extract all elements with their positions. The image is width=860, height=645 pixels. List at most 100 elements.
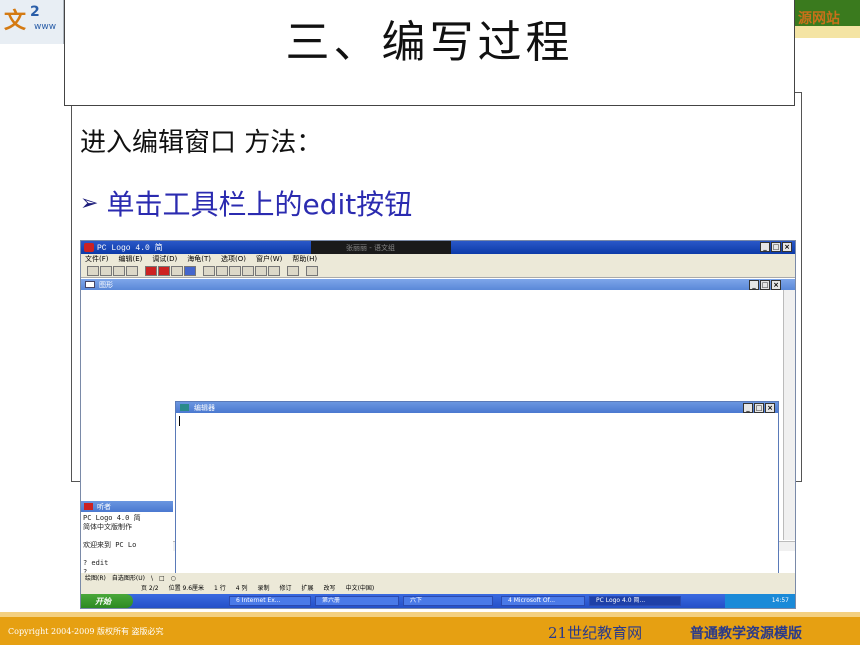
toolbar-button[interactable] [216,266,228,276]
graphics-window-icon [85,281,95,288]
brand-subtext: 普通教学资源模版 [690,626,802,642]
title-box: 三、编写过程 [64,0,795,106]
editor-window: 编辑器 _ □ × [175,401,779,585]
slide-title: 三、编写过程 [285,17,574,68]
logo-app-icon [84,243,94,252]
menu-window[interactable]: 窗户(W) [256,254,282,265]
listener-title-bar: 听者 [81,501,173,512]
toolbar-button[interactable] [100,266,112,276]
graphics-window: 图形 _ □ × 听者 PC Logo 4.0 简简体中文版制作​欢迎来到 PC… [81,279,795,585]
graphics-title-text: 图形 [99,281,113,289]
logo-digit: 2 [30,4,40,20]
taskbar: 开始 6 Internet Ex... 第六册 六下 4 Microsoft O… [81,594,795,608]
toolbar-button[interactable] [113,266,125,276]
status-extend: 扩展 [301,585,314,592]
toolbar-button[interactable] [255,266,267,276]
edit-button[interactable] [184,266,196,276]
help-button[interactable] [306,266,318,276]
slide-page: 源网站 文 2 www 三、编写过程 进入编辑窗口 方法： ➢ 单击工具栏上的e… [0,0,860,645]
close-button[interactable]: × [782,242,792,252]
system-tray: 14:57 [725,594,795,608]
taskbar-item[interactable]: 六下 [403,596,493,606]
listener-title-text: 听者 [97,503,111,511]
text-caret [179,416,180,426]
menu-options[interactable]: 选项(O) [221,254,246,265]
maximize-button[interactable]: □ [771,242,781,252]
minimize-button[interactable]: _ [760,242,770,252]
editor-maximize-button[interactable]: □ [754,403,764,413]
status-language: 中文(中国) [345,585,375,592]
rectangle-tool[interactable]: □ [159,573,165,584]
toolbar-button[interactable] [203,266,215,276]
start-button[interactable]: 开始 [81,594,133,608]
toolbar-button[interactable] [229,266,241,276]
toolbar [81,265,795,278]
taskbar-item[interactable]: 4 Microsoft Of... [501,596,585,606]
app-window-buttons: _ □ × [760,242,792,252]
bullet-arrow-icon: ➢ [80,190,99,216]
draw-toolbar: 绘图(R) 自选图形(U) \ □ ○ [81,573,795,584]
taskbar-item[interactable]: 第六册 [315,596,399,606]
bullet-text: 单击工具栏上的edit按钮 [106,188,413,221]
brand-text: 21世纪教育网 [548,624,643,642]
graphics-title-bar: 图形 _ □ × [81,279,795,290]
toolbar-button[interactable] [87,266,99,276]
menu-help[interactable]: 帮助(H) [292,254,317,265]
taskbar-item[interactable]: 6 Internet Ex... [229,596,311,606]
status-overwrite: 改写 [323,585,336,592]
toolbar-button[interactable] [268,266,280,276]
graphics-minimize-button[interactable]: _ [749,280,759,290]
listener-line: 简体中文版制作 [83,523,132,531]
draw-menu[interactable]: 绘图(R) [85,573,106,584]
menu-turtle[interactable]: 海龟(T) [187,254,211,265]
site-logo: 文 2 www [0,0,64,44]
taskbar-item-active[interactable]: PC Logo 4.0 简... [589,596,681,606]
toolbar-button[interactable] [145,266,157,276]
banner-right-text: 源网站 [798,11,840,27]
start-label: 开始 [95,597,111,606]
menu-debug[interactable]: 调试(D) [152,254,177,265]
logo-mark: 文 [4,8,27,34]
menu-edit[interactable]: 编辑(E) [119,254,143,265]
menu-bar: 文件(F) 编辑(E) 调试(D) 海龟(T) 选项(O) 窗户(W) 帮助(H… [81,254,795,265]
vertical-scrollbar[interactable] [783,290,795,540]
status-bar: 页 2/2 位置 9.6厘米 1 行 4 列 录制 修订 扩展 改写 中文(中国… [81,584,795,594]
listener-line: PC Logo 4.0 简 [83,514,141,522]
status-record: 录制 [257,585,270,592]
oval-tool[interactable]: ○ [171,573,176,584]
graphics-maximize-button[interactable]: □ [760,280,770,290]
app-title-bar: PC Logo 4.0 简 张丽丽 - 语文组 _ □ × [81,241,795,254]
toolbar-button[interactable] [158,266,170,276]
footer: Copyright 2004-2009 版权所有 盗版必究 21世纪教育网 普通… [0,617,860,645]
status-page: 页 2/2 [141,585,159,592]
autoshapes-menu[interactable]: 自选图形(U) [112,573,145,584]
listener-line: 欢迎来到 PC Lo [83,541,137,549]
bullet-item: ➢ 单击工具栏上的edit按钮 [80,183,412,223]
listener-line: ​ [83,532,171,541]
graphics-close-button[interactable]: × [771,280,781,290]
listener-body[interactable]: PC Logo 4.0 简简体中文版制作​欢迎来到 PC Lo​? edit? [81,512,173,579]
title-overlay: 张丽丽 - 语文组 [311,241,451,254]
clock: 14:57 [771,597,789,604]
copyright-text: Copyright 2004-2009 版权所有 盗版必究 [8,627,164,636]
line-tool[interactable]: \ [151,573,153,584]
editor-title-bar: 编辑器 _ □ × [176,402,778,413]
toolbar-button[interactable] [171,266,183,276]
status-position: 位置 9.6厘米 [168,585,205,592]
listener-icon [84,503,93,510]
app-screenshot: PC Logo 4.0 简 张丽丽 - 语文组 _ □ × 文件(F) 编辑(E… [80,240,796,609]
editor-close-button[interactable]: × [765,403,775,413]
editor-minimize-button[interactable]: _ [743,403,753,413]
logo-sub: www [34,22,57,32]
editor-title-text: 编辑器 [194,404,215,412]
editor-window-buttons: _ □ × [743,403,775,413]
listener-line: ? edit [83,559,109,567]
menu-file[interactable]: 文件(F) [85,254,109,265]
status-line: 1 行 [214,585,226,592]
toolbar-button[interactable] [242,266,254,276]
editor-icon [180,404,189,411]
status-revision: 修订 [279,585,292,592]
title-overlay-text: 张丽丽 - 语文组 [346,244,395,252]
toolbar-button[interactable] [126,266,138,276]
toolbar-button[interactable] [287,266,299,276]
